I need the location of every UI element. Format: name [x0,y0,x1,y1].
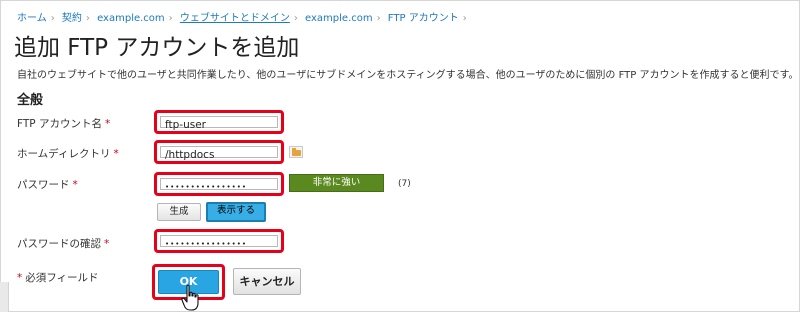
password-strength-score: (7) [398,179,411,189]
ftp-account-name-highlight: ftp-user [154,110,284,134]
breadcrumb-home[interactable]: ホーム [17,13,47,24]
scrollbar-left[interactable] [0,282,9,312]
section-title-general: 全般 [17,93,44,108]
show-password-button[interactable]: 表示する [206,202,266,222]
cancel-button[interactable]: キャンセル [233,268,301,295]
breadcrumb-websites-domains[interactable]: ウェブサイトとドメイン [180,13,290,24]
password-input[interactable]: •••••••••••••••• [160,178,278,191]
breadcrumb-ftp-accounts[interactable]: FTP アカウント [388,13,459,24]
password-highlight: •••••••••••••••• [154,172,284,196]
password-confirm-input[interactable]: •••••••••••••••• [160,235,278,248]
home-directory-label: ホームディレクトリ * [17,148,119,160]
password-confirm-label: パスワードの確認 * [17,238,110,250]
password-label: パスワード * [17,179,78,191]
hand-pointer-icon [181,284,199,311]
breadcrumb-domain[interactable]: example.com [305,13,373,24]
ftp-account-name-input[interactable]: ftp-user [160,116,278,131]
password-confirm-highlight: •••••••••••••••• [154,229,284,253]
generate-button[interactable]: 生成 [157,203,201,221]
page-description: 自社のウェブサイトで他のユーザと共同作業したり、他のユーザにサブドメインをホステ… [17,70,799,81]
ftp-account-name-label: FTP アカウント名 * [17,118,111,130]
required-fields-note: * 必須フィールド [17,272,99,284]
page-title: 追加 FTP アカウントを追加 [14,35,300,61]
breadcrumb-subscription-domain[interactable]: example.com [97,13,165,24]
breadcrumb: ホーム › 契約 › example.com › ウェブサイトとドメイン › examp… [17,13,467,24]
breadcrumb-subscriptions[interactable]: 契約 [62,13,82,24]
password-strength-meter: 非常に強い [289,174,384,192]
folder-icon[interactable] [289,146,303,158]
home-directory-highlight: /httpdocs [154,140,284,164]
home-directory-input[interactable]: /httpdocs [160,146,278,161]
